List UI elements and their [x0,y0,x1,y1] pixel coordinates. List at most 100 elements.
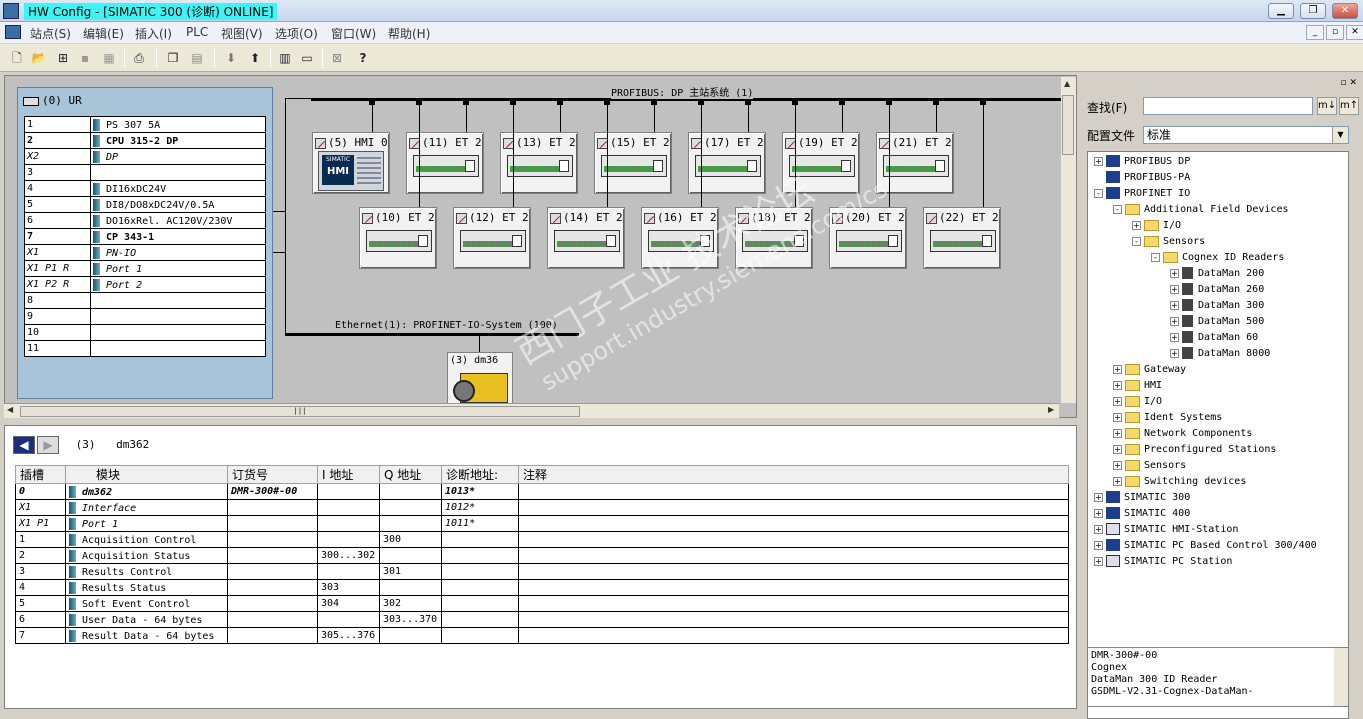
expand-icon[interactable]: + [1113,412,1122,422]
module-row[interactable]: 0 dm362 DMR-300#-00 1013* [15,483,1069,500]
rack-row[interactable]: 4 DI16xDC24V [24,180,266,197]
station-vscroll[interactable]: ▲ [1061,77,1076,403]
expand-icon[interactable]: + [1113,444,1122,454]
info-scrollbar[interactable] [1334,648,1348,706]
rack-window[interactable]: (0) UR 1 PS 307 5A 2 CPU 315-2 DP X2 DP 3 4 DI16… [17,87,273,399]
back-arrow-icon[interactable]: ◀ [13,436,35,454]
module-row[interactable]: 6 User Data - 64 bytes 303...370 [15,611,1069,628]
et200-device[interactable]: (14) ET 2 [547,207,625,269]
expand-icon[interactable]: + [1094,524,1103,534]
open-icon[interactable]: 📂 [30,49,48,67]
catalog-icon[interactable]: ▥ [276,49,294,67]
tree-node[interactable]: + HMI [1113,378,1162,394]
collapse-icon[interactable]: - [1151,252,1160,262]
et200-device[interactable]: (11) ET 2 [406,132,484,194]
tree-node[interactable]: + Sensors [1113,458,1186,474]
rack-row[interactable]: X1 P2 R Port 2 [24,276,266,293]
print-icon[interactable]: ⎙ [130,49,148,67]
et200-device[interactable]: (17) ET 2 [688,132,766,194]
forward-arrow-icon[interactable]: ▶ [37,436,59,454]
rack-row[interactable]: 9 [24,308,266,325]
expand-icon[interactable]: + [1170,348,1179,358]
module-row[interactable]: 2 Acquisition Status 300...302 [15,547,1069,564]
tree-node[interactable]: + DataMan 500 [1170,314,1264,330]
et200-device[interactable]: (19) ET 2 [782,132,860,194]
menu-window[interactable]: 窗口(W) [331,25,376,42]
new-icon[interactable]: 🗋 [8,49,26,67]
expand-icon[interactable]: + [1170,300,1179,310]
module-row[interactable]: 1 Acquisition Control 300 [15,531,1069,548]
col-order[interactable]: 订货号 [227,465,318,484]
tree-node[interactable]: + Ident Systems [1113,410,1222,426]
col-slot[interactable]: 插槽 [15,465,66,484]
profile-select[interactable]: 标准 ▼ [1143,126,1349,144]
et200-device[interactable]: (16) ET 2 [641,207,719,269]
tree-node[interactable]: - Cognex ID Readers [1151,250,1284,266]
help-icon[interactable]: ? [354,49,372,67]
rack-row[interactable]: X1 P1 R Port 1 [24,260,266,277]
tree-node[interactable]: + Gateway [1113,362,1186,378]
mdi-minimize-button[interactable]: _ [1306,25,1324,40]
empty-row[interactable] [16,644,1069,660]
rack-row[interactable]: X2 DP [24,148,266,165]
expand-icon[interactable]: + [1094,156,1103,166]
tree-node[interactable]: + SIMATIC PC Based Control 300/400 [1094,538,1317,554]
expand-icon[interactable]: + [1113,476,1122,486]
expand-icon[interactable]: + [1113,460,1122,470]
rack-row[interactable]: 11 [24,340,266,357]
upload-icon[interactable]: ⬆ [246,49,264,67]
save-icon[interactable]: ▪ [76,49,94,67]
chevron-down-icon[interactable]: ▼ [1332,127,1348,143]
tree-node[interactable]: + SIMATIC HMI-Station [1094,522,1238,538]
copy-icon[interactable]: ❐ [164,49,182,67]
menu-edit[interactable]: 编辑(E) [83,25,124,42]
menu-options[interactable]: 选项(O) [275,25,318,42]
station-hscroll[interactable]: ◀ ||| ▶ [4,403,1059,418]
ethernet-line[interactable] [285,333,579,336]
tree-node[interactable]: + I/O [1132,218,1181,234]
menu-plc[interactable]: PLC [186,25,208,39]
paste-icon[interactable]: ▤ [188,49,206,67]
module-row[interactable]: X1 Interface 1012* [15,499,1069,516]
tree-node[interactable]: + Switching devices [1113,474,1246,490]
rack-row[interactable]: 5 DI8/DO8xDC24V/0.5A [24,196,266,213]
tree-node[interactable]: + SIMATIC 400 [1094,506,1190,522]
tree-node[interactable]: + DataMan 200 [1170,266,1264,282]
tree-node[interactable]: - Sensors [1132,234,1205,250]
menu-help[interactable]: 帮助(H) [388,25,430,42]
window-icon[interactable]: ▭ [298,49,316,67]
expand-icon[interactable]: + [1170,332,1179,342]
et200-device[interactable]: (12) ET 2 [453,207,531,269]
search-up-icon[interactable]: m↑ [1339,97,1359,115]
col-diag-address[interactable]: 诊断地址: [441,465,519,484]
maximize-button[interactable]: ❐ [1300,3,1326,19]
tree-node[interactable]: + DataMan 260 [1170,282,1264,298]
module-row[interactable]: 7 Result Data - 64 bytes 305...376 [15,627,1069,644]
rack-row[interactable]: 2 CPU 315-2 DP [24,132,266,149]
rack-row[interactable]: 6 DO16xRel. AC120V/230V [24,212,266,229]
menu-station[interactable]: 站点(S) [30,25,71,42]
tree-node[interactable]: + Network Components [1113,426,1252,442]
minimize-button[interactable]: ▁ [1268,3,1294,19]
module-row[interactable]: 3 Results Control 301 [15,563,1069,580]
expand-icon[interactable]: + [1170,268,1179,278]
expand-icon[interactable]: + [1113,364,1122,374]
tree-node[interactable]: + I/O [1113,394,1162,410]
expand-icon[interactable]: + [1132,220,1141,230]
et200-device[interactable]: (22) ET 2 [923,207,1001,269]
search-down-icon[interactable]: m↓ [1317,97,1337,115]
col-module[interactable]: 模块 [65,465,228,484]
rack-row[interactable]: 8 [24,292,266,309]
et200-device[interactable]: (10) ET 2 [359,207,437,269]
rack-row[interactable]: 10 [24,324,266,341]
menu-view[interactable]: 视图(V) [221,25,263,42]
expand-icon[interactable]: + [1094,556,1103,566]
network-icon[interactable]: ⊞ [54,49,72,67]
expand-icon[interactable]: + [1094,492,1103,502]
collapse-icon[interactable]: - [1094,188,1103,198]
download-icon[interactable]: ⬇ [222,49,240,67]
et200-device[interactable]: (20) ET 2 [829,207,907,269]
tree-node[interactable]: - Additional Field Devices [1113,202,1289,218]
save-compile-icon[interactable]: ▦ [100,49,118,67]
module-row[interactable]: 5 Soft Event Control 304 302 [15,595,1069,612]
